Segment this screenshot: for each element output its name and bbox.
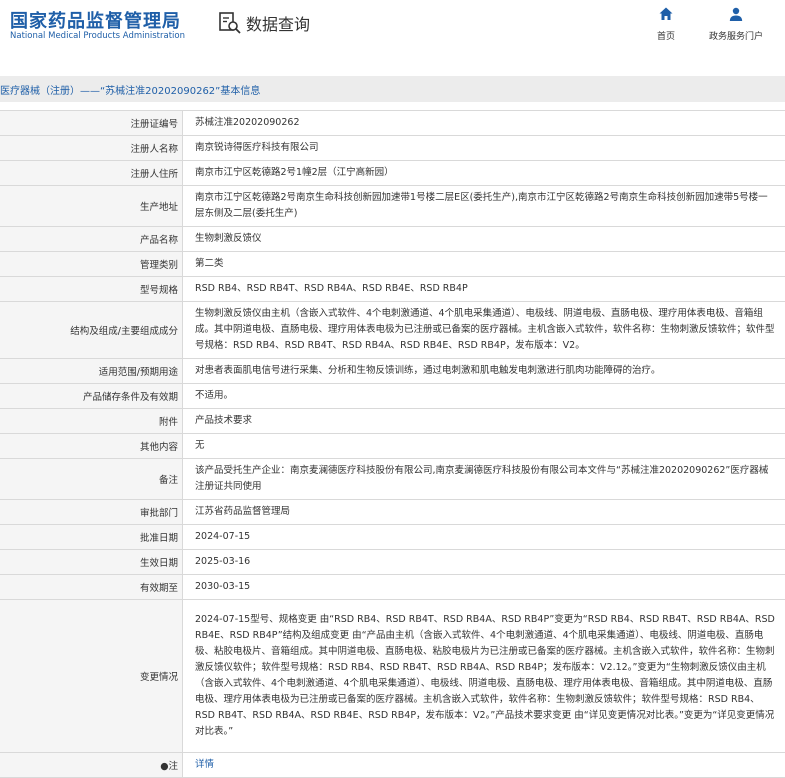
- table-row: 审批部门 江苏省药品监督管理局: [0, 499, 785, 524]
- org-name-en: National Medical Products Administration: [10, 31, 185, 41]
- table-row: 有效期至 2030-03-15: [0, 574, 785, 599]
- table-row: 管理类别 第二类: [0, 251, 785, 276]
- field-label: 产品储存条件及有效期: [0, 384, 183, 408]
- field-label: 型号规格: [0, 277, 183, 301]
- field-value: RSD RB4、RSD RB4T、RSD RB4A、RSD RB4E、RSD R…: [195, 283, 468, 294]
- field-label: 管理类别: [0, 252, 183, 276]
- field-value: 产品技术要求: [195, 415, 253, 426]
- home-icon: [659, 7, 673, 20]
- field-value: 南京锐诗得医疗科技有限公司: [195, 142, 319, 153]
- field-value: 无: [195, 440, 205, 451]
- field-label: 其他内容: [0, 434, 183, 458]
- nav-service-portal[interactable]: 政务服务门户: [704, 6, 768, 42]
- field-label: ●注: [0, 753, 183, 777]
- field-value: 苏械注准20202090262: [195, 117, 300, 128]
- table-row: 其他内容 无: [0, 433, 785, 458]
- detail-table: 注册证编号 苏械注准20202090262 注册人名称 南京锐诗得医疗科技有限公司 注册…: [0, 110, 785, 778]
- data-query-icon: [219, 12, 241, 34]
- field-value: 第二类: [195, 258, 224, 269]
- table-row: 注册证编号 苏械注准20202090262: [0, 110, 785, 135]
- field-value: 2025-03-16: [195, 556, 251, 567]
- field-value: 该产品受托生产企业：南京麦澜德医疗科技股份有限公司,南京麦澜德医疗科技股份有限公…: [195, 465, 769, 492]
- breadcrumb-bar: 医疗器械（注册）——“苏械注准20202090262”基本信息: [0, 76, 785, 102]
- field-label: 生产地址: [0, 186, 183, 226]
- nav-service-portal-label: 政务服务门户: [708, 32, 763, 42]
- table-row: 型号规格 RSD RB4、RSD RB4T、RSD RB4A、RSD RB4E、R…: [0, 276, 785, 301]
- table-row: 备注 该产品受托生产企业：南京麦澜德医疗科技股份有限公司,南京麦澜德医疗科技股份有…: [0, 458, 785, 499]
- nav-home-label: 首页: [656, 32, 675, 42]
- field-value: 南京市江宁区乾德路2号南京生命科技创新园加速带1号楼二层E区(委托生产),南京市…: [195, 192, 768, 219]
- field-label: 附件: [0, 409, 183, 433]
- field-label: 生效日期: [0, 550, 183, 574]
- details-link[interactable]: 详情: [195, 757, 214, 773]
- field-value: 南京市江宁区乾德路2号1幢2层（江宁高新园）: [195, 167, 394, 178]
- field-label: 变更情况: [0, 600, 183, 752]
- field-label: 审批部门: [0, 500, 183, 524]
- field-value: 2024-07-15: [195, 531, 251, 542]
- field-label: 结构及组成/主要组成成分: [0, 302, 183, 358]
- field-value: 不适用。: [195, 390, 234, 401]
- table-row: 生效日期 2025-03-16: [0, 549, 785, 574]
- table-row: 注册人住所 南京市江宁区乾德路2号1幢2层（江宁高新园）: [0, 160, 785, 185]
- table-row: 注册人名称 南京锐诗得医疗科技有限公司: [0, 135, 785, 160]
- table-row: 附件 产品技术要求: [0, 408, 785, 433]
- field-label: 产品名称: [0, 227, 183, 251]
- field-label: 有效期至: [0, 575, 183, 599]
- data-query-label: 数据查询: [246, 15, 311, 34]
- field-value: 生物刺激反馈仪: [195, 233, 262, 244]
- field-label: 注册人名称: [0, 136, 183, 160]
- field-value: 2030-03-15: [195, 581, 251, 592]
- field-label: 适用范围/预期用途: [0, 359, 183, 383]
- table-row: 结构及组成/主要组成成分 生物刺激反馈仪由主机（含嵌入式软件、4个电刺激通道、4个…: [0, 301, 785, 358]
- field-value: 2024-07-15型号、规格变更 由“RSD RB4、RSD RB4T、RSD…: [195, 614, 775, 737]
- field-value: 生物刺激反馈仪由主机（含嵌入式软件、4个电刺激通道、4个肌电采集通道）、电极线、…: [195, 308, 775, 351]
- field-label: 注册人住所: [0, 161, 183, 185]
- table-row: 批准日期 2024-07-15: [0, 524, 785, 549]
- table-row: ●注 详情: [0, 752, 785, 778]
- org-name-cn[interactable]: 国家药品监督管理局: [10, 7, 181, 33]
- field-value: 对患者表面肌电信号进行采集、分析和生物反馈训练，通过电刺激和肌电触发电刺激进行肌…: [195, 365, 661, 376]
- user-icon: [729, 7, 743, 21]
- table-row: 产品储存条件及有效期 不适用。: [0, 383, 785, 408]
- table-row: 适用范围/预期用途 对患者表面肌电信号进行采集、分析和生物反馈训练，通过电刺激和肌…: [0, 358, 785, 383]
- table-row: 产品名称 生物刺激反馈仪: [0, 226, 785, 251]
- field-value: 江苏省药品监督管理局: [195, 506, 291, 517]
- breadcrumb: 医疗器械（注册）——“苏械注准20202090262”基本信息: [0, 86, 261, 97]
- field-label: 注册证编号: [0, 111, 183, 135]
- table-row: 生产地址 南京市江宁区乾德路2号南京生命科技创新园加速带1号楼二层E区(委托生产)…: [0, 185, 785, 226]
- field-label: 批准日期: [0, 525, 183, 549]
- site-header: 国家药品监督管理局 National Medical Products Admi…: [0, 0, 785, 60]
- field-label: 备注: [0, 459, 183, 499]
- data-query-title: 数据查询: [218, 10, 310, 36]
- table-row: 变更情况 2024-07-15型号、规格变更 由“RSD RB4、RSD RB4T…: [0, 599, 785, 752]
- nav-home[interactable]: 首页: [652, 6, 680, 42]
- field-value: 详情: [183, 753, 785, 777]
